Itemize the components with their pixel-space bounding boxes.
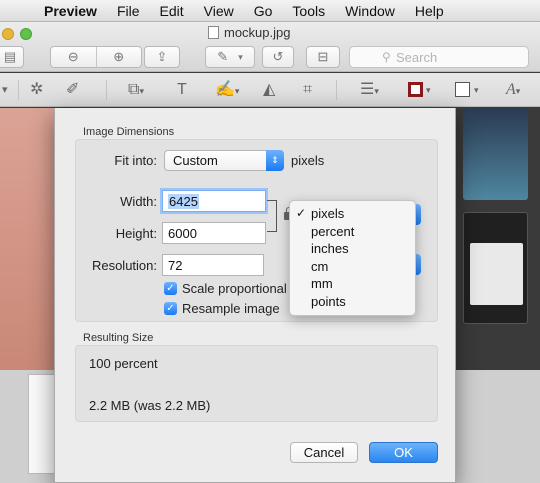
units-option-cm[interactable]: cm — [290, 258, 415, 276]
menu-edit[interactable]: Edit — [150, 0, 194, 22]
shapes-icon[interactable]: ⧉▾ — [128, 81, 144, 100]
scale-proportionally-checkbox[interactable]: ✓ Scale proportional — [164, 281, 287, 296]
pen-icon: ✎ — [217, 49, 229, 64]
zoom-controls: ⊖ ⊕ — [50, 46, 142, 68]
image-dimensions-label: Image Dimensions — [83, 126, 175, 138]
units-dropdown-menu: ✓ pixels percent inches cm mm points — [289, 200, 416, 316]
phone-dialog-preview — [470, 243, 523, 305]
units-option-pixels[interactable]: ✓ pixels — [290, 205, 415, 223]
search-icon: ⚲ — [382, 50, 391, 64]
rotate-icon: ↺ — [272, 49, 284, 64]
adjust-color-icon[interactable]: ◭ — [263, 81, 275, 99]
search-placeholder: Search — [396, 49, 438, 65]
sidebar-button[interactable]: ▤ — [0, 46, 24, 68]
toolbox-icon: ⊟ — [317, 49, 329, 64]
cancel-button[interactable]: Cancel — [290, 442, 358, 463]
fit-into-select[interactable]: Custom ⇕ — [164, 150, 284, 171]
proportion-bracket — [267, 200, 277, 232]
menu-go[interactable]: Go — [244, 0, 283, 22]
units-option-label: percent — [311, 223, 355, 239]
width-label: Width: — [120, 194, 157, 209]
resolution-field[interactable]: 72 — [162, 254, 264, 276]
units-option-label: pixels — [311, 206, 345, 221]
chevron-down-icon[interactable]: ▾ — [426, 81, 431, 99]
menu-window[interactable]: Window — [335, 0, 405, 22]
menu-view[interactable]: View — [194, 0, 244, 22]
height-label: Height: — [115, 226, 157, 241]
fit-into-label: Fit into: — [114, 153, 157, 168]
result-percent: 100 percent — [89, 356, 158, 371]
line-style-icon[interactable]: ☰▾ — [360, 81, 379, 100]
window-title: mockup.jpg — [208, 25, 290, 40]
units-option-percent[interactable]: percent — [290, 223, 415, 241]
units-option-label: inches — [311, 241, 349, 256]
sign-icon[interactable]: ✍▾ — [215, 81, 239, 100]
height-field[interactable]: 6000 — [162, 222, 266, 244]
chevron-down-icon[interactable]: ▾ — [474, 81, 479, 99]
chevron-down-icon[interactable]: ▾ — [2, 81, 8, 99]
width-field[interactable]: 6425 — [162, 190, 266, 212]
text-tool-icon[interactable]: T — [177, 81, 187, 99]
units-option-points[interactable]: points — [290, 293, 415, 311]
markup-bar: ▾ ✲ ✐ ⧉▾ T ✍▾ ◭ ⌗ ☰▾ ▾ ▾ A▾ — [0, 73, 540, 107]
window-toolbar: mockup.jpg ▤ ⊖ ⊕ ⇪ ✎ ▾ ↺ ⊟ ⚲ Search — [0, 22, 540, 72]
menu-file[interactable]: File — [107, 0, 150, 22]
rotate-button[interactable]: ↺ — [262, 46, 294, 68]
resample-image-label: Resample image — [182, 301, 280, 316]
resolution-label: Resolution: — [91, 258, 157, 273]
units-option-mm[interactable]: mm — [290, 275, 415, 293]
result-file-size: 2.2 MB (was 2.2 MB) — [89, 398, 211, 413]
menu-bar: Preview File Edit View Go Tools Window H… — [0, 0, 540, 22]
units-option-inches[interactable]: inches — [290, 240, 415, 258]
fill-color-swatch[interactable] — [455, 82, 470, 97]
resulting-size-label: Resulting Size — [83, 332, 154, 344]
fit-into-value: Custom — [173, 153, 218, 168]
zoom-button[interactable] — [20, 28, 32, 40]
image-canvas — [0, 108, 55, 370]
window-title-text: mockup.jpg — [224, 25, 291, 40]
zoom-in-icon[interactable]: ⊕ — [96, 49, 141, 65]
units-option-label: mm — [311, 276, 333, 291]
zoom-out-icon[interactable]: ⊖ — [51, 49, 96, 65]
crop-icon[interactable]: ⌗ — [303, 81, 312, 99]
scale-proportionally-label: Scale proportional — [182, 281, 287, 296]
resample-image-checkbox[interactable]: ✓ Resample image — [164, 301, 280, 316]
share-icon: ⇪ — [156, 49, 168, 64]
search-input[interactable]: ⚲ Search — [349, 46, 529, 68]
menu-tools[interactable]: Tools — [282, 0, 335, 22]
document-icon — [208, 26, 219, 39]
checkmark-icon: ✓ — [296, 206, 307, 220]
phone-screenshot — [463, 212, 528, 324]
border-color-swatch[interactable] — [408, 82, 423, 97]
text-style-icon[interactable]: A▾ — [506, 81, 520, 100]
minimize-button[interactable] — [2, 28, 14, 40]
toolbox-button[interactable]: ⊟ — [306, 46, 340, 68]
checkmark-icon: ✓ — [164, 282, 177, 295]
page-thumbnail[interactable] — [28, 374, 56, 474]
sketch-icon[interactable]: ✐ — [66, 81, 79, 99]
ok-button[interactable]: OK — [369, 442, 438, 463]
units-option-label: cm — [311, 258, 329, 274]
share-button[interactable]: ⇪ — [144, 46, 180, 68]
chevron-down-icon: ▾ — [238, 51, 243, 62]
resolution-value: 72 — [168, 258, 183, 273]
updown-arrow-icon: ⇕ — [266, 150, 284, 171]
sidebar-icon: ▤ — [3, 49, 17, 64]
units-option-label: points — [311, 293, 346, 309]
instant-alpha-icon[interactable]: ✲ — [30, 81, 43, 99]
width-value: 6425 — [168, 194, 199, 209]
height-value: 6000 — [168, 226, 197, 241]
menu-app-preview[interactable]: Preview — [34, 0, 107, 22]
menu-help[interactable]: Help — [405, 0, 454, 22]
fit-into-units: pixels — [291, 153, 325, 168]
markup-toolbar-button[interactable]: ✎ ▾ — [205, 46, 255, 68]
phone-screenshot — [463, 108, 528, 200]
checkmark-icon: ✓ — [164, 302, 177, 315]
